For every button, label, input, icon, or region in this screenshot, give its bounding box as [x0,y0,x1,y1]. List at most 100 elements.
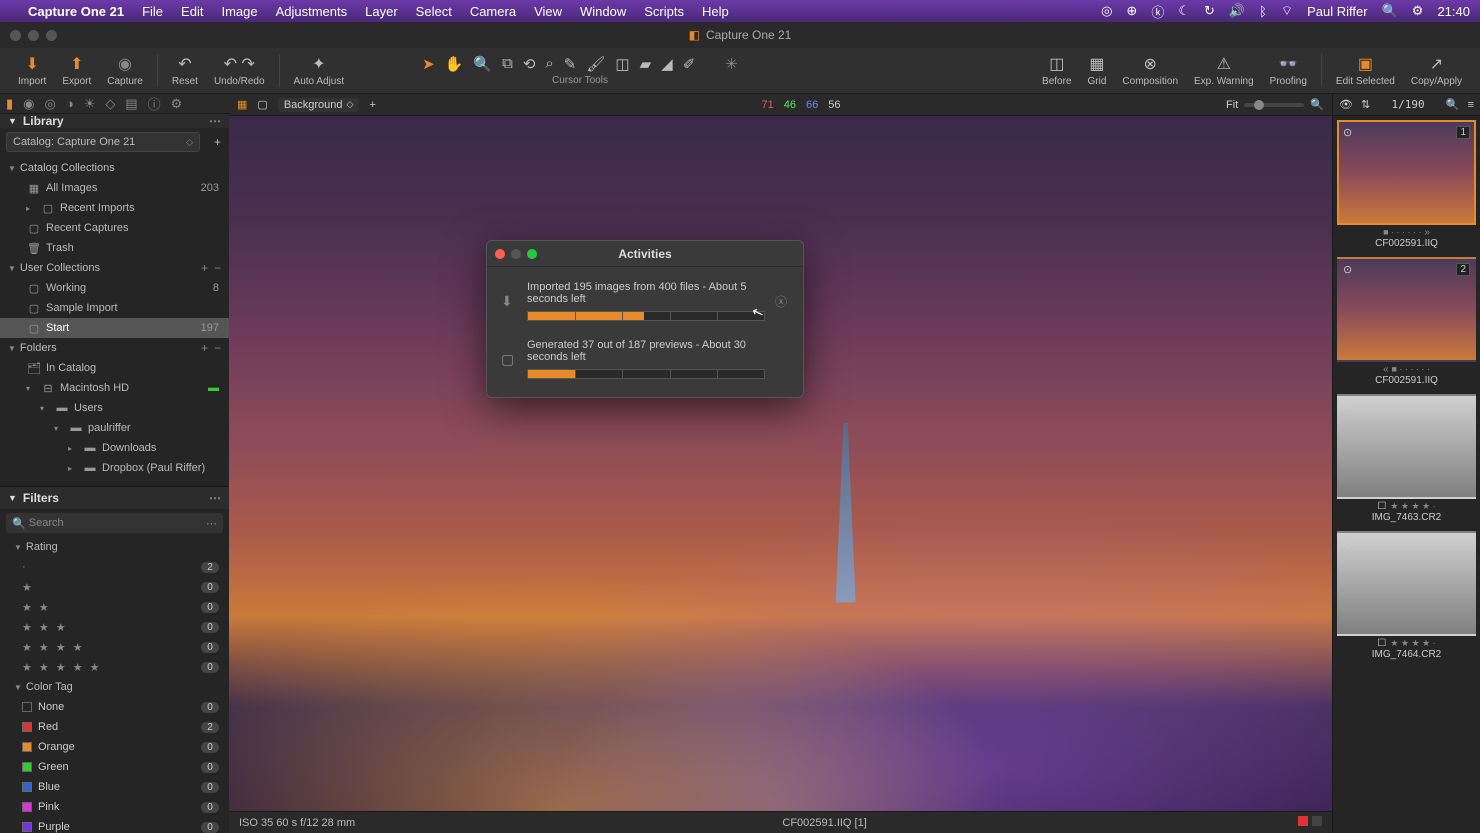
menu-select[interactable]: Select [416,4,452,19]
folder-macintosh-hd[interactable]: ▾⊟Macintosh HD▬ [0,378,229,398]
thumbnail[interactable]: ⊙1 ■ · · · · · · »CF002591.IIQ [1337,120,1476,251]
app-name[interactable]: Capture One 21 [28,4,124,19]
edit-selected-button[interactable]: ▣Edit Selected [1328,54,1403,87]
collection-sample-import[interactable]: ▢Sample Import [0,298,229,318]
view-single-icon[interactable]: ▢ [257,98,267,111]
grid-button[interactable]: ▦Grid [1080,54,1115,87]
maximize-button[interactable] [527,249,537,259]
collection-trash[interactable]: 🗑Trash [0,238,229,258]
remove-icon[interactable]: − [214,341,221,355]
menu-camera[interactable]: Camera [470,4,516,19]
add-button[interactable]: + [369,99,375,111]
capture-button[interactable]: ◉Capture [99,54,151,87]
search-input[interactable]: 🔍 Search⋯ [6,513,223,533]
add-icon[interactable]: + [201,261,208,275]
rating-filter-row[interactable]: ★ ★0 [0,597,229,617]
zoom-in-icon[interactable]: 🔍 [1310,98,1324,111]
folder-in-catalog[interactable]: 🗂In Catalog [0,358,229,378]
tab-metadata-icon[interactable]: ⓘ [148,94,161,113]
tab-lens-icon[interactable]: ◎ [45,96,56,112]
zoom-slider[interactable] [1244,103,1304,107]
annotate-tool[interactable]: ✐ [683,55,696,73]
catalog-collections-header[interactable]: ▼Catalog Collections [0,158,229,178]
colortag-filter-row[interactable]: Red2 [0,717,229,737]
background-selector[interactable]: Background◇ [278,98,360,112]
colortag-filter-row[interactable]: None0 [0,697,229,717]
more-icon[interactable]: ⋯ [209,491,221,505]
rotate-tool[interactable]: ⟲ [523,55,536,73]
thumbnail[interactable]: ⊙ ☐★ ★ ★ ★ ·IMG_7463.CR2 [1337,394,1476,525]
collection-recent-captures[interactable]: ▢Recent Captures [0,218,229,238]
rating-filter-row[interactable]: ★ ★ ★ ★ ★0 [0,657,229,677]
crop-tool[interactable]: ⧉ [502,55,513,73]
collection-start[interactable]: ▢Start197 [0,318,229,338]
spot-tool[interactable]: ✎ [564,55,577,73]
tab-exposure-icon[interactable]: ☀ [84,96,96,112]
bluetooth-icon[interactable]: ᛒ [1259,4,1267,19]
filter-icon[interactable]: ≡ [1468,99,1474,111]
composition-button[interactable]: ⊗Composition [1114,54,1186,87]
menu-window[interactable]: Window [580,4,626,19]
pointer-tool[interactable]: ➤ [422,55,435,73]
eye-icon[interactable]: 👁 [1339,98,1353,111]
undo-redo-button[interactable]: ↶ ↷Undo/Redo [206,54,273,87]
image-canvas[interactable] [229,116,1332,811]
zoom-fit-button[interactable]: Fit [1226,99,1238,111]
close-button[interactable] [495,249,505,259]
before-after-button[interactable]: ◫Before [1034,54,1079,87]
moon-icon[interactable]: ☾ [1178,3,1190,19]
thumbnail[interactable]: ⊙2 « ■ · · · · · ·CF002591.IIQ [1337,257,1476,388]
folder-users[interactable]: ▾▬Users [0,398,229,418]
status-icon[interactable]: ◎ [1101,3,1112,19]
rating-filter-row[interactable]: ★ ★ ★ ★0 [0,637,229,657]
wifi-icon[interactable]: ⌔ [1281,3,1293,19]
colortag-filter-row[interactable]: Blue0 [0,777,229,797]
spotlight-icon[interactable]: 🔍 [1382,3,1398,19]
catalog-selector[interactable]: Catalog: Capture One 21◇ [6,132,200,152]
thumbnail[interactable]: ⊙ ☐★ ★ ★ ★ ·IMG_7464.CR2 [1337,531,1476,662]
control-center-icon[interactable]: ⚙ [1412,3,1424,19]
rating-filter-header[interactable]: ▼Rating [0,537,229,557]
rating-filter-row[interactable]: ·2 [0,557,229,577]
remove-icon[interactable]: − [214,261,221,275]
export-button[interactable]: ⬆Export [54,54,99,87]
menu-file[interactable]: File [142,4,163,19]
minimize-button[interactable] [511,249,521,259]
brush-tool[interactable]: 🖌 [586,55,605,73]
tab-library-icon[interactable]: ▮ [6,96,13,112]
add-icon[interactable]: + [201,341,208,355]
menu-adjustments[interactable]: Adjustments [276,4,348,19]
shape-tool[interactable]: ◢ [661,55,673,73]
clock[interactable]: 21:40 [1437,4,1470,19]
folder-downloads[interactable]: ▸▬Downloads [0,438,229,458]
colortag-filter-row[interactable]: Purple0 [0,817,229,833]
add-catalog-button[interactable]: + [206,135,229,149]
menu-image[interactable]: Image [221,4,257,19]
rating-filter-row[interactable]: ★0 [0,577,229,597]
view-grid-icon[interactable]: ▦ [237,98,247,111]
exposure-warning-button[interactable]: ⚠Exp. Warning [1186,54,1262,87]
hand-tool[interactable]: ✋ [445,55,464,73]
status-icon[interactable]: ⊕ [1126,3,1137,19]
sync-icon[interactable]: ↻ [1204,3,1215,19]
menu-view[interactable]: View [534,4,562,19]
user-collections-header[interactable]: ▼User Collections+− [0,258,229,278]
import-button[interactable]: ⬇Import [10,54,54,87]
tab-color-icon[interactable]: ◑ [66,96,74,111]
colortag-filter-row[interactable]: Green0 [0,757,229,777]
tab-styles-icon[interactable]: ▤ [125,96,137,112]
status-icon[interactable]: ⓚ [1151,2,1164,21]
user-name[interactable]: Paul Riffer [1307,4,1367,19]
minimize-button[interactable] [28,30,39,41]
copy-apply-button[interactable]: ↗Copy/Apply [1403,54,1470,87]
folder-user[interactable]: ▾▬paulriffer [0,418,229,438]
tab-details-icon[interactable]: ◇ [105,96,115,112]
activity-icon[interactable]: ✳ [725,55,738,73]
loupe-tool[interactable]: 🔍 [473,55,492,73]
more-icon[interactable]: ⋯ [209,114,221,128]
tab-settings-icon[interactable]: ⚙ [171,96,183,112]
collection-working[interactable]: ▢Working8 [0,278,229,298]
keystone-tool[interactable]: ⌕ [545,55,553,73]
more-icon[interactable]: ⋯ [206,517,217,530]
folder-dropbox[interactable]: ▸▬Dropbox (Paul Riffer) [0,458,229,478]
